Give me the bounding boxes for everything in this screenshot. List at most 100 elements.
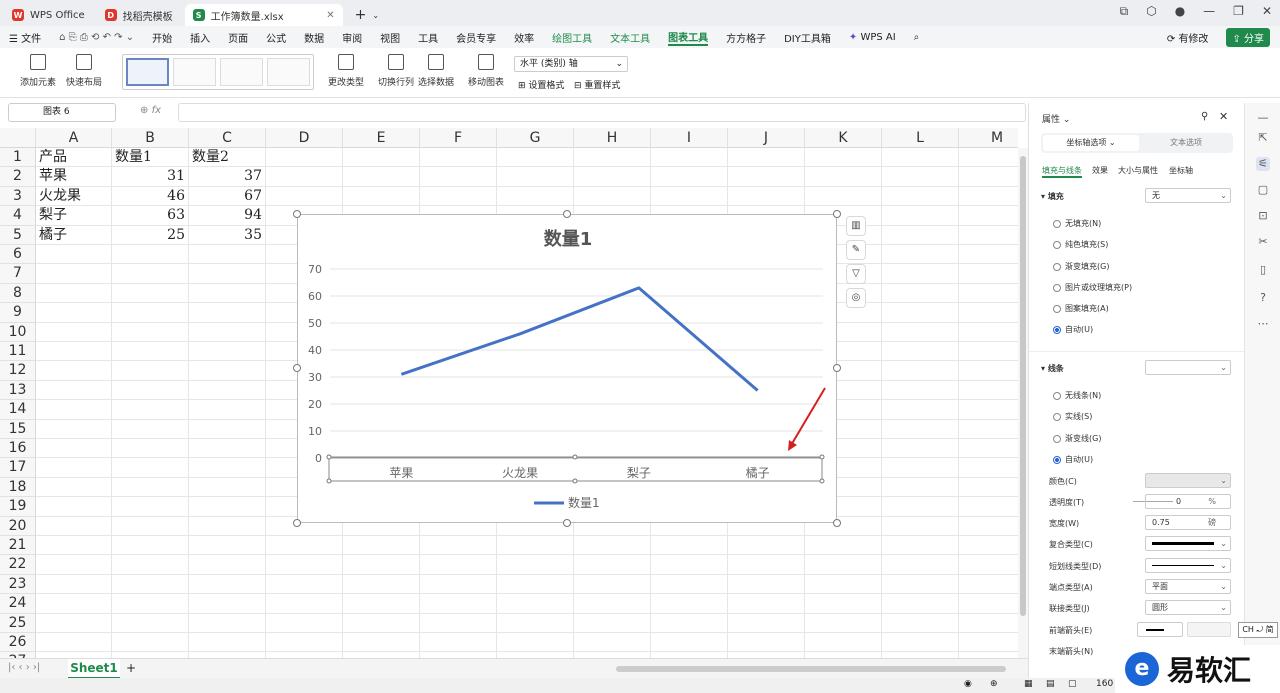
- line-section-label: 线条: [1047, 364, 1064, 373]
- properties-icon[interactable]: ⚟: [1256, 157, 1270, 171]
- red-arrow: [789, 387, 826, 448]
- radio-label: 纯色填充(S): [1065, 240, 1109, 249]
- cap-select[interactable]: 平面 ⌄: [1145, 579, 1231, 594]
- radio-label: 自动(U): [1065, 455, 1094, 464]
- right-sidebar: — ⇱ ⚟ ▢ ⊡ ✂ ▯ ? ⋯: [1244, 103, 1280, 678]
- radio-gradient-fill[interactable]: 渐变填充(G): [1053, 261, 1109, 272]
- chevron-down-icon: ⌄: [1220, 539, 1227, 548]
- tab-axis-options-label: 坐标轴选项: [1066, 138, 1107, 147]
- collapse-icon[interactable]: —: [1256, 111, 1270, 125]
- radio-button[interactable]: [1053, 391, 1061, 400]
- property-pane: 属性 ⌄ ⚲ ✕ 坐标轴选项 ⌄ 文本选项 填充与线条 效果 大小与属性 坐标轴…: [1028, 103, 1245, 678]
- compound-label: 复合类型(C): [1049, 540, 1093, 549]
- normal-view-icon[interactable]: ▦: [1024, 679, 1033, 689]
- tab-axis-options[interactable]: 坐标轴选项 ⌄: [1043, 135, 1139, 151]
- radio-no-fill[interactable]: 无填充(N): [1053, 218, 1101, 229]
- radio-label: 渐变线(G): [1065, 434, 1102, 443]
- join-select[interactable]: 圆形 ⌄: [1145, 600, 1231, 615]
- subtab-fill-line[interactable]: 填充与线条: [1042, 165, 1082, 178]
- read-view-icon[interactable]: ▢: [1068, 679, 1077, 689]
- radio-label: 图片或纹理填充(P): [1065, 283, 1133, 292]
- sheet-tab-bar: |‹ ‹ › ›| Sheet1 +: [0, 658, 1028, 679]
- cursor-icon[interactable]: ⇱: [1256, 131, 1270, 145]
- radio-button[interactable]: [1053, 283, 1061, 292]
- chevron-down-icon: ⌄: [1220, 561, 1227, 570]
- fill-select[interactable]: 无 ⌄: [1145, 188, 1231, 203]
- subtab-axis[interactable]: 坐标轴: [1169, 165, 1193, 176]
- begin-arrow-size-select[interactable]: [1187, 622, 1231, 637]
- dash-label: 短划线类型(D): [1049, 562, 1102, 571]
- pane-title-label: 属性: [1042, 115, 1061, 125]
- transparency-input[interactable]: 0%: [1145, 494, 1231, 509]
- chevron-down-icon: ⌄: [1220, 582, 1227, 591]
- dash-select[interactable]: ⌄: [1145, 558, 1231, 573]
- color-picker[interactable]: ⌄: [1145, 473, 1231, 488]
- compound-preview: [1152, 542, 1214, 545]
- subtab-size[interactable]: 大小与属性: [1118, 165, 1158, 176]
- radio-auto-fill[interactable]: 自动(U): [1053, 324, 1093, 335]
- horizontal-scrollbar[interactable]: [616, 666, 1006, 672]
- page-view-icon[interactable]: ▤: [1046, 679, 1055, 689]
- radio-button-selected[interactable]: [1053, 325, 1061, 334]
- fill-section-label: 填充: [1047, 192, 1064, 201]
- add-sheet-icon[interactable]: +: [126, 661, 136, 675]
- layout-icon[interactable]: ⊕: [990, 679, 998, 689]
- eye-icon[interactable]: ◉: [964, 679, 972, 689]
- color-label: 颜色(C): [1049, 477, 1077, 486]
- vertical-scrollbar[interactable]: [1018, 148, 1028, 658]
- width-unit: 磅: [1208, 518, 1216, 527]
- radio-picture-fill[interactable]: 图片或纹理填充(P): [1053, 282, 1132, 293]
- radio-label: 自动(U): [1065, 325, 1094, 334]
- join-label: 联接类型(J): [1049, 604, 1090, 613]
- shape-icon[interactable]: ▢: [1256, 183, 1270, 197]
- close-pane-icon[interactable]: ✕: [1219, 110, 1228, 123]
- radio-button[interactable]: [1053, 262, 1061, 271]
- radio-button[interactable]: [1053, 219, 1061, 228]
- begin-arrow-select[interactable]: [1137, 622, 1183, 637]
- cap-label: 端点类型(A): [1049, 583, 1093, 592]
- radio-label: 图案填充(A): [1065, 304, 1109, 313]
- more-icon[interactable]: ⋯: [1256, 317, 1270, 331]
- radio-button[interactable]: [1053, 240, 1061, 249]
- radio-button[interactable]: [1053, 304, 1061, 313]
- pin-icon[interactable]: ⚲: [1201, 111, 1208, 122]
- status-bar: ◉ ⊕ ▦ ▤ ▢ 160: [0, 678, 1280, 693]
- subtab-effects[interactable]: 效果: [1092, 165, 1108, 176]
- radio-label: 无填充(N): [1065, 219, 1102, 228]
- sheet-tab-sheet1[interactable]: Sheet1: [68, 659, 120, 679]
- scrollbar-thumb[interactable]: [1020, 156, 1026, 616]
- chevron-down-icon: ⌄: [1220, 191, 1227, 200]
- width-input[interactable]: 0.75 磅: [1145, 515, 1231, 530]
- sheet-nav-icons[interactable]: |‹ ‹ › ›|: [8, 662, 40, 673]
- radio-button[interactable]: [1053, 412, 1061, 421]
- radio-pattern-fill[interactable]: 图案填充(A): [1053, 303, 1109, 314]
- chevron-down-icon: ⌄: [1220, 603, 1227, 612]
- radio-solid-line[interactable]: 实线(S): [1053, 411, 1092, 422]
- radio-no-line[interactable]: 无线条(N): [1053, 390, 1101, 401]
- dash-preview: [1152, 565, 1214, 566]
- radio-solid-fill[interactable]: 纯色填充(S): [1053, 239, 1108, 250]
- chevron-down-icon: ⌄: [1220, 363, 1227, 372]
- compound-select[interactable]: ⌄: [1145, 536, 1231, 551]
- radio-auto-line[interactable]: 自动(U): [1053, 454, 1093, 465]
- width-label: 宽度(W): [1049, 519, 1080, 528]
- book-icon[interactable]: ▯: [1256, 263, 1270, 277]
- zoom-level[interactable]: 160: [1096, 679, 1113, 689]
- picture-icon[interactable]: ⊡: [1256, 209, 1270, 223]
- radio-gradient-line[interactable]: 渐变线(G): [1053, 433, 1101, 444]
- tools-icon[interactable]: ✂: [1256, 235, 1270, 249]
- radio-button[interactable]: [1053, 434, 1061, 443]
- divider: [1029, 351, 1245, 352]
- transparency-unit: %: [1208, 497, 1216, 506]
- chevron-down-icon: ⌄: [1220, 476, 1227, 485]
- end-arrow-label: 末端箭头(N): [1049, 647, 1094, 656]
- tab-text-options[interactable]: 文本选项: [1139, 135, 1233, 151]
- radio-button-selected[interactable]: [1053, 455, 1061, 464]
- transparency-value: 0: [1176, 497, 1182, 506]
- line-preset-select[interactable]: ⌄: [1145, 360, 1231, 375]
- ime-indicator[interactable]: CH ⤾ 简: [1238, 622, 1278, 638]
- help-icon[interactable]: ?: [1256, 291, 1270, 305]
- line-section-header[interactable]: ▾ 线条: [1041, 363, 1064, 374]
- fill-section-header[interactable]: ▾ 填充: [1041, 191, 1064, 202]
- radio-label: 实线(S): [1065, 412, 1093, 421]
